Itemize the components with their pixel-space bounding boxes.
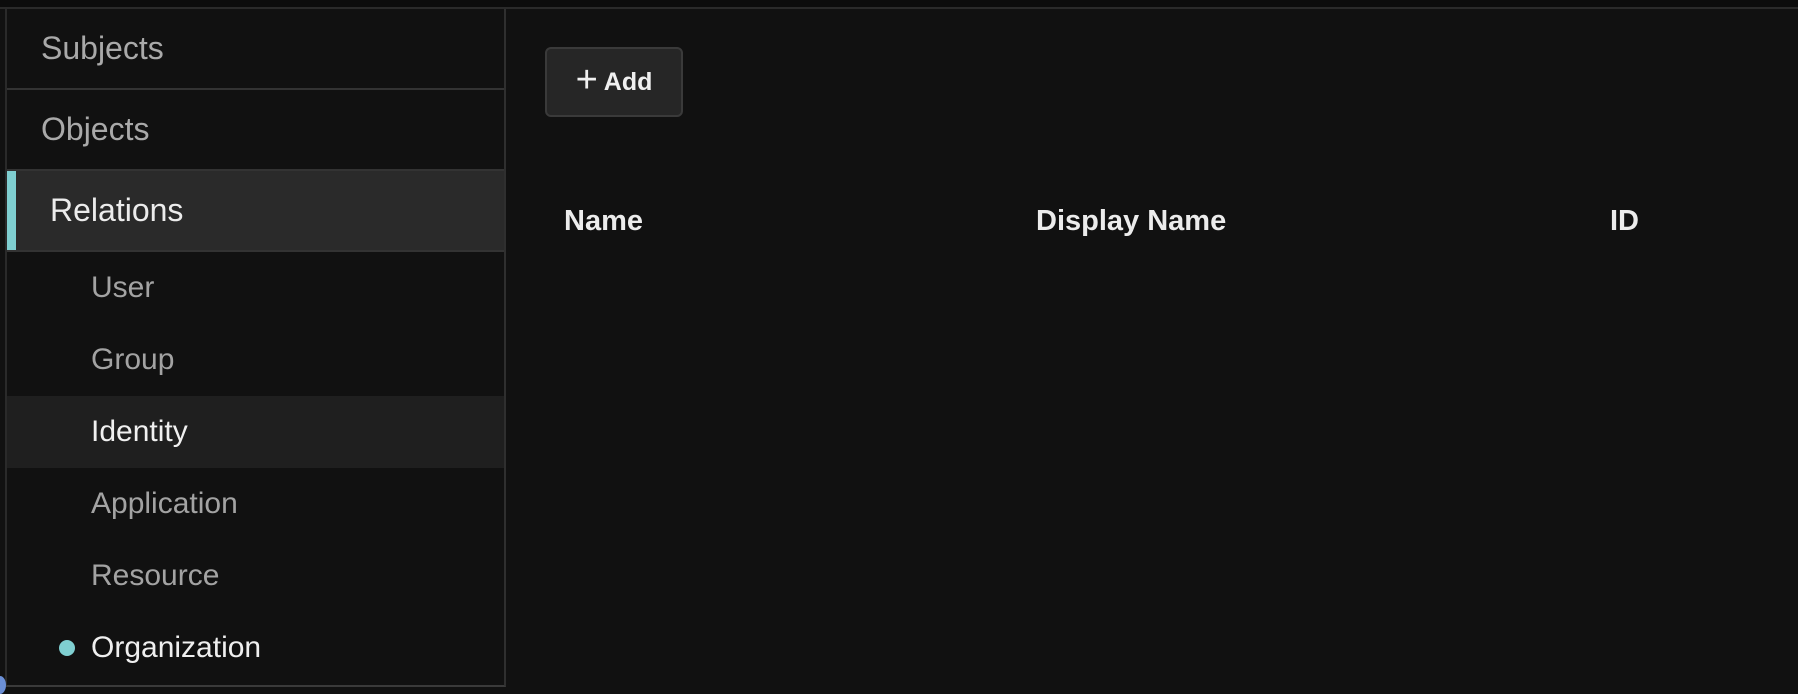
sidebar-item-subjects[interactable]: Subjects bbox=[7, 9, 504, 90]
relation-item-label: Identity bbox=[91, 415, 188, 448]
relation-item-label: Organization bbox=[91, 631, 262, 664]
column-header-id[interactable]: ID bbox=[1610, 205, 1639, 238]
relation-item-resource[interactable]: Resource bbox=[7, 540, 504, 612]
sidebar-item-label: Relations bbox=[50, 192, 184, 228]
column-header-display-name[interactable]: Display Name bbox=[1036, 205, 1226, 238]
add-button-label: Add bbox=[603, 67, 653, 96]
relation-item-organization[interactable]: Organization bbox=[7, 612, 504, 684]
top-border bbox=[0, 0, 1798, 9]
relation-item-group[interactable]: Group bbox=[7, 324, 504, 396]
sidebar-item-objects[interactable]: Objects bbox=[7, 90, 504, 171]
sidebar-item-relations[interactable]: Relations bbox=[7, 171, 504, 252]
sidebar-item-label: Subjects bbox=[41, 30, 164, 66]
relation-item-identity[interactable]: Identity bbox=[7, 396, 504, 468]
relation-item-label: Group bbox=[91, 343, 175, 376]
relation-item-label: Application bbox=[91, 487, 238, 520]
relation-item-label: Resource bbox=[91, 559, 220, 592]
column-header-name[interactable]: Name bbox=[564, 205, 643, 238]
relation-item-user[interactable]: User bbox=[7, 252, 504, 324]
add-button[interactable]: + Add bbox=[545, 47, 683, 117]
sidebar: Subjects Objects Relations User Group Id… bbox=[5, 9, 506, 687]
main-content: + Add Name Display Name ID bbox=[504, 9, 1798, 690]
selected-dot-icon bbox=[59, 640, 75, 656]
relation-item-label: User bbox=[91, 271, 155, 304]
relation-item-application[interactable]: Application bbox=[7, 468, 504, 540]
plus-icon: + bbox=[575, 59, 598, 101]
sidebar-item-label: Objects bbox=[41, 111, 150, 147]
